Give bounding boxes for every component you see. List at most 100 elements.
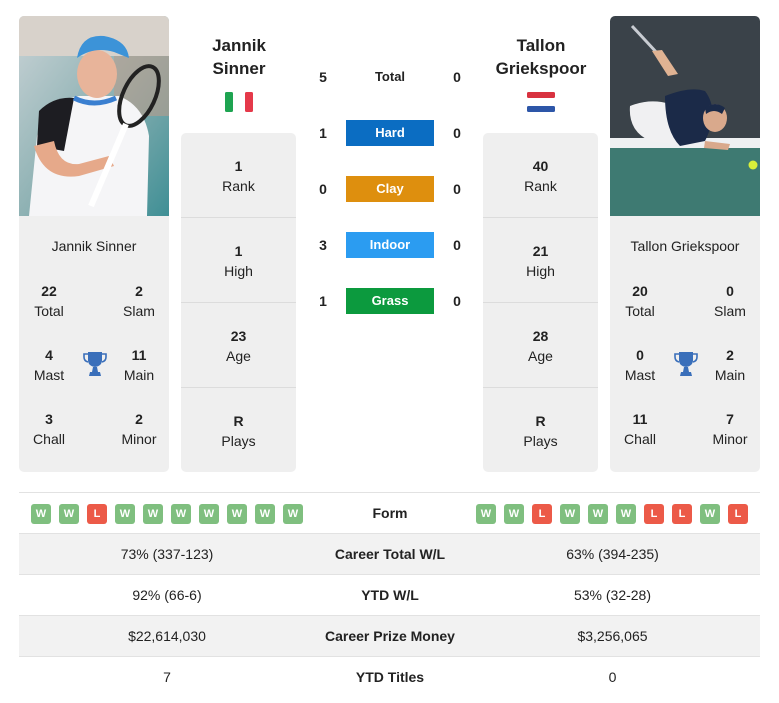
h2h-hard-row: 1 Hard 0	[310, 120, 470, 146]
h2h-player1-count: 1	[319, 125, 327, 141]
stat-value: 11	[632, 411, 648, 427]
row-label: YTD W/L	[361, 587, 419, 603]
player2-photo[interactable]	[610, 16, 760, 216]
form-label: Form	[372, 505, 408, 521]
h2h-player2-count: 0	[453, 237, 461, 253]
player2-full-name[interactable]: Tallon Griekspoor	[610, 238, 760, 254]
player1-name-heading[interactable]: Jannik Sinner	[169, 34, 309, 80]
player2-ytd-titles: 0	[608, 669, 617, 685]
player2-name-heading[interactable]: Tallon Griekspoor	[471, 34, 611, 80]
form-win-badge[interactable]: W	[115, 504, 135, 524]
form-win-badge[interactable]: W	[227, 504, 247, 524]
stat-label: Age	[528, 348, 553, 364]
stat-label: Minor	[121, 431, 157, 447]
stat-value: 2	[726, 347, 734, 363]
player1-form: WWLWWWWWWW	[31, 504, 303, 524]
player2-slam-titles: 0 Slam	[700, 282, 760, 321]
stat-label: Main	[123, 367, 155, 383]
h2h-player2-count: 0	[453, 69, 461, 85]
player2-stats-column: 40 Rank 21 High 28 Age R Plays	[483, 133, 598, 472]
stat-value: 11	[131, 347, 147, 363]
italy-flag-icon	[225, 92, 253, 112]
form-win-badge[interactable]: W	[255, 504, 275, 524]
stat-value: 0	[636, 347, 644, 363]
form-loss-badge[interactable]: L	[87, 504, 107, 524]
h2h-player1-count: 1	[319, 293, 327, 309]
player2-total-titles: 20 Total	[610, 282, 670, 321]
player1-high: 1 High	[181, 218, 296, 302]
stat-value: 2	[135, 411, 143, 427]
form-win-badge[interactable]: W	[700, 504, 720, 524]
form-win-badge[interactable]: W	[476, 504, 496, 524]
stat-value: 4	[45, 347, 53, 363]
stat-label: Age	[226, 348, 251, 364]
form-win-badge[interactable]: W	[171, 504, 191, 524]
surface-grass-badge[interactable]: Grass	[346, 288, 434, 314]
player2-challenger-titles: 11 Chall	[610, 410, 670, 449]
player2-main-titles: 2 Main	[700, 346, 760, 385]
player2-high: 21 High	[483, 218, 598, 302]
stat-label: Mast	[624, 367, 656, 383]
form-win-badge[interactable]: W	[283, 504, 303, 524]
stat-value: 21	[532, 243, 549, 259]
h2h-clay-row: 0 Clay 0	[310, 176, 470, 202]
stat-label: Plays	[523, 433, 558, 449]
form-loss-badge[interactable]: L	[532, 504, 552, 524]
row-label: YTD Titles	[355, 669, 425, 685]
stat-value: 3	[45, 411, 53, 427]
h2h-player1-count: 5	[319, 69, 327, 85]
form-row: WWLWWWWWWW Form WWLWWWLLWL	[19, 492, 760, 534]
form-win-badge[interactable]: W	[59, 504, 79, 524]
player1-photo[interactable]	[19, 16, 169, 216]
form-loss-badge[interactable]: L	[644, 504, 664, 524]
table-row: 92% (66-6) YTD W/L 53% (32-28)	[19, 574, 760, 616]
h2h-indoor-row: 3 Indoor 0	[310, 232, 470, 258]
form-win-badge[interactable]: W	[31, 504, 51, 524]
stat-label: Chall	[624, 431, 656, 447]
stat-value: 1	[234, 158, 243, 174]
stat-label: High	[526, 263, 555, 279]
table-row: $22,614,030 Career Prize Money $3,256,06…	[19, 615, 760, 657]
form-win-badge[interactable]: W	[616, 504, 636, 524]
player1-minor-titles: 2 Minor	[109, 410, 169, 449]
h2h-player2-count: 0	[453, 293, 461, 309]
netherlands-flag-icon	[527, 92, 555, 112]
h2h-total-row: 5 Total 0	[310, 64, 470, 90]
player2-form: WWLWWWLLWL	[476, 504, 748, 524]
surface-clay-badge[interactable]: Clay	[346, 176, 434, 202]
form-win-badge[interactable]: W	[199, 504, 219, 524]
row-label: Career Total W/L	[334, 546, 446, 562]
player1-plays: R Plays	[181, 388, 296, 472]
player2-prize-money: $3,256,065	[577, 628, 648, 644]
stat-value: 2	[135, 283, 143, 299]
form-win-badge[interactable]: W	[504, 504, 524, 524]
form-win-badge[interactable]: W	[560, 504, 580, 524]
stat-label: Rank	[524, 178, 557, 194]
form-win-badge[interactable]: W	[588, 504, 608, 524]
surface-indoor-badge[interactable]: Indoor	[346, 232, 434, 258]
surface-hard-badge[interactable]: Hard	[346, 120, 434, 146]
form-loss-badge[interactable]: L	[728, 504, 748, 524]
player1-masters-titles: 4 Mast	[19, 346, 79, 385]
player1-stats-column: 1 Rank 1 High 23 Age R Plays	[181, 133, 296, 472]
player2-titles-card: Tallon Griekspoor 20 Total 0 Slam 0 Mast…	[610, 216, 760, 472]
table-row: 7 YTD Titles 0	[19, 656, 760, 698]
h2h-player2-count: 0	[453, 125, 461, 141]
player2-plays: R Plays	[483, 388, 598, 472]
player1-full-name[interactable]: Jannik Sinner	[19, 238, 169, 254]
player2-age: 28 Age	[483, 303, 598, 387]
form-loss-badge[interactable]: L	[672, 504, 692, 524]
player1-ytd-titles: 7	[163, 669, 171, 685]
player2-first-name: Tallon	[516, 36, 566, 55]
player1-slam-titles: 2 Slam	[109, 282, 169, 321]
form-win-badge[interactable]: W	[143, 504, 163, 524]
stat-value: 28	[532, 328, 549, 344]
player1-last-name: Sinner	[212, 59, 266, 78]
player2-masters-titles: 0 Mast	[610, 346, 670, 385]
stat-label: Main	[714, 367, 746, 383]
stat-label: Chall	[33, 431, 65, 447]
stat-value: R	[535, 413, 546, 429]
stat-value: 20	[632, 283, 648, 299]
stat-label: Slam	[123, 303, 155, 319]
player1-prize-money: $22,614,030	[128, 628, 206, 644]
